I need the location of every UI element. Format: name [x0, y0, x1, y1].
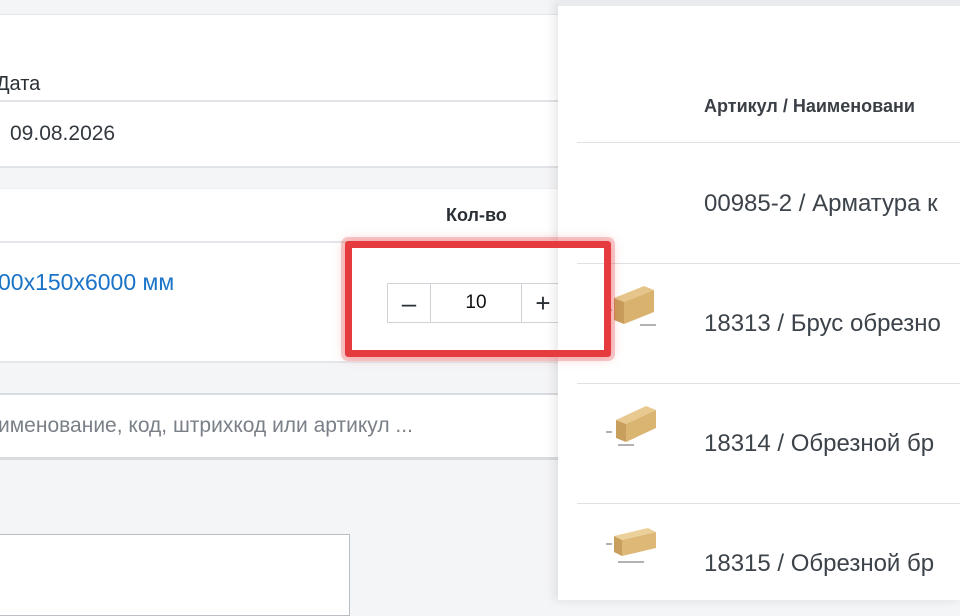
search-box	[0, 393, 558, 460]
search-input[interactable]	[0, 395, 558, 457]
quantity-column-header: Кол-во	[446, 205, 507, 225]
date-value: 09.08.2026	[10, 122, 116, 145]
quantity-stepper: – 10 +	[387, 283, 577, 323]
panel-top-shade	[558, 0, 960, 6]
row-divider	[577, 383, 960, 384]
row-divider	[577, 263, 960, 264]
catalog-item-label[interactable]: 00985-2 / Арматура к	[704, 190, 938, 218]
row-divider	[577, 503, 960, 504]
decrement-button[interactable]: –	[387, 283, 431, 323]
timber-beam-icon	[606, 286, 656, 326]
items-table: Кол-во 00x150x6000 мм – 10 +	[0, 188, 565, 363]
comment-field[interactable]	[0, 534, 350, 616]
product-link[interactable]: 00x150x6000 мм	[0, 269, 174, 296]
timber-beam-icon	[606, 528, 656, 563]
header-divider	[0, 241, 560, 243]
catalog-item-label[interactable]: 18314 / Обрезной бр	[704, 430, 934, 458]
catalog-panel: Артикул / Наименовани 00985-2 / Арматура…	[558, 0, 960, 600]
quantity-input[interactable]: 10	[431, 283, 521, 323]
order-form: Дата 09.08.2026 Кол-во 00x150x6000 мм – …	[0, 0, 568, 616]
header-divider	[577, 142, 960, 143]
catalog-item-label[interactable]: 18315 / Обрезной бр	[704, 550, 934, 578]
catalog-item-label[interactable]: 18313 / Брус обрезно	[704, 310, 941, 338]
article-name-column-header: Артикул / Наименовани	[704, 96, 915, 116]
date-field[interactable]: 09.08.2026	[0, 100, 568, 168]
timber-beam-icon	[606, 406, 656, 446]
date-label: Дата	[0, 73, 41, 95]
